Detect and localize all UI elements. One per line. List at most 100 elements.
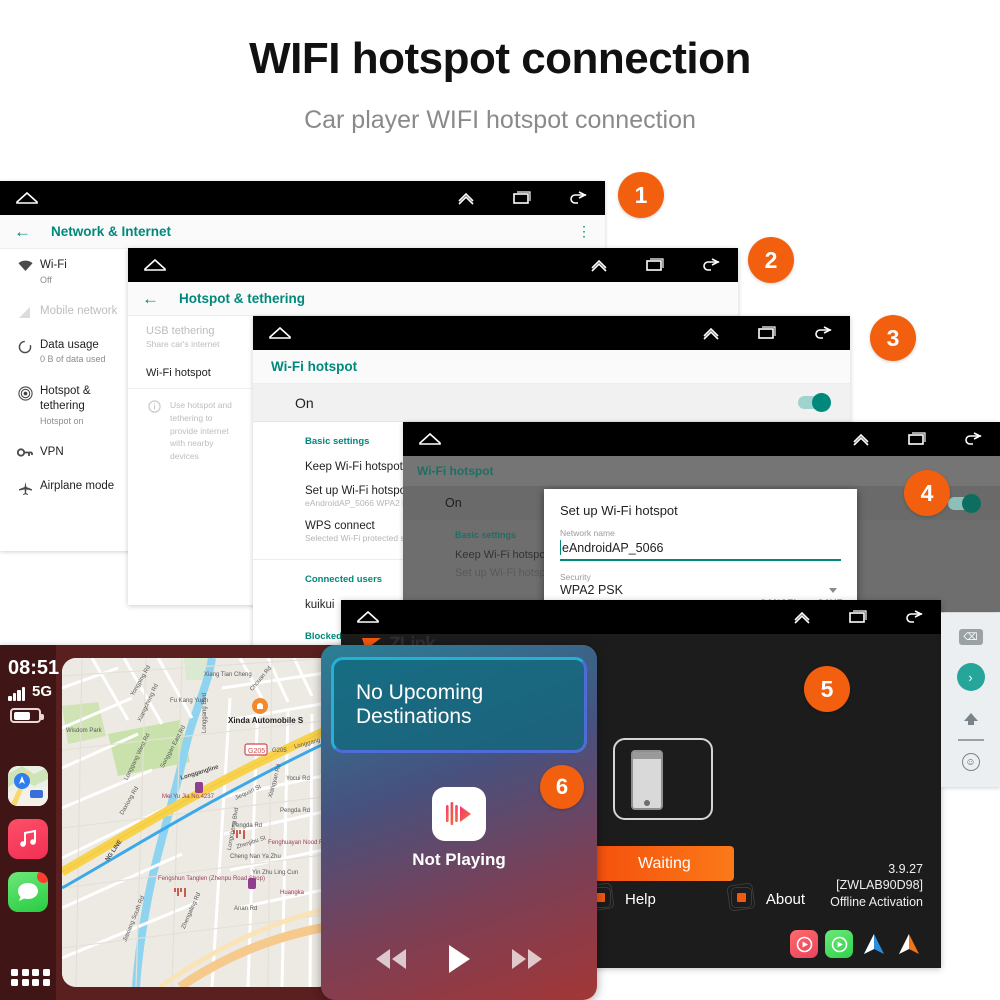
hotspot-toggle[interactable] (948, 493, 981, 513)
carplay-clock: 08:51 (8, 657, 60, 679)
androidauto-orange-icon[interactable] (895, 930, 923, 958)
page-root: WIFI hotspot connection Car player WIFI … (0, 0, 1000, 1000)
security-select[interactable]: WPA2 PSK (560, 582, 841, 597)
recents-icon[interactable] (509, 188, 535, 208)
appbar-wifi-hotspot: Wi-Fi hotspot (253, 350, 850, 384)
messages-icon[interactable] (8, 872, 48, 912)
back-icon[interactable] (698, 255, 724, 275)
now-playing-status: Not Playing (412, 850, 506, 869)
destination-card[interactable]: No Upcoming Destinations (331, 657, 587, 753)
settings-item-vpn[interactable]: VPN (0, 436, 134, 470)
expand-up-icon[interactable] (586, 255, 612, 275)
back-icon[interactable] (565, 188, 591, 208)
waiting-label: Waiting (638, 854, 691, 872)
settings-item-airplane-mode[interactable]: Airplane mode (0, 470, 134, 505)
panel-setup-wifi-hotspot-dialog: Wi-Fi hotspot On Basic settings Keep Wi-… (403, 422, 1000, 612)
music-icon[interactable] (8, 819, 48, 859)
appbar-title: Wi-Fi hotspot (417, 464, 494, 478)
map-label: Mei Yu Jia No.4237 (162, 794, 214, 800)
home-icon[interactable] (355, 607, 381, 627)
appbar-title: Network & Internet (51, 224, 172, 239)
network-type-label: 5G (32, 683, 53, 700)
hotspot-toggle[interactable] (798, 393, 831, 412)
about-button[interactable]: About (726, 882, 805, 914)
home-icon[interactable] (417, 429, 443, 449)
app-grid-icon[interactable] (11, 968, 50, 986)
settings-item-title: Wi-Fi (40, 259, 67, 271)
expand-up-icon[interactable] (848, 429, 874, 449)
recents-icon[interactable] (904, 429, 930, 449)
expand-up-icon[interactable] (698, 323, 724, 343)
help-button[interactable]: Help (585, 882, 656, 914)
divider-line (957, 739, 984, 741)
home-icon[interactable] (142, 255, 168, 275)
carlife-icon[interactable] (825, 930, 853, 958)
settings-item-subtitle: 0 B of data used (40, 354, 106, 365)
panel-carplay: 08:51 5G G205 Xiang Tian Cheng Fu Kang Y… (0, 645, 345, 1000)
back-icon[interactable] (901, 607, 927, 627)
home-icon[interactable] (267, 323, 293, 343)
map-label: Yocui Rd (286, 776, 310, 782)
music-app-icon[interactable] (432, 787, 486, 841)
map-label: Anan Rd (234, 906, 258, 912)
carplay-map[interactable]: G205 Xiang Tian Cheng Fu Kang Yuan Xinda A… (62, 658, 332, 987)
help-label: Help (625, 890, 656, 908)
carplay-icon[interactable] (790, 930, 818, 958)
android-navbar (0, 181, 605, 215)
network-name-label: Network name (560, 528, 615, 538)
arrow-up-icon[interactable] (962, 711, 980, 732)
recents-icon[interactable] (642, 255, 668, 275)
chevron-down-icon[interactable] (829, 588, 837, 593)
android-navbar (253, 316, 850, 350)
notification-badge (37, 872, 48, 883)
map-label: Xinda Automobile S (228, 716, 304, 725)
map-label: Pengda Rd (232, 823, 263, 829)
key-icon (10, 445, 40, 458)
step-badge-2: 2 (748, 237, 794, 283)
expand-up-icon[interactable] (789, 607, 815, 627)
data-usage-icon (10, 338, 40, 354)
next-icon[interactable] (508, 947, 546, 976)
android-navbar (128, 248, 738, 282)
option-title: USB tethering (146, 325, 215, 337)
option-wifi-hotspot[interactable]: Wi-Fi hotspot (128, 358, 256, 388)
maps-icon[interactable] (8, 766, 48, 806)
security-field-group: Security WPA2 PSK (560, 572, 841, 597)
step-badge-6: 6 (540, 765, 584, 809)
destination-label: No Upcoming Destinations (356, 681, 484, 728)
about-icon (726, 882, 758, 914)
waiting-button[interactable]: Waiting (594, 846, 734, 881)
page-subtitle: Car player WIFI hotspot connection (304, 106, 696, 134)
chevron-right-icon[interactable]: › (956, 663, 985, 691)
androidauto-icon[interactable] (860, 930, 888, 958)
arrow-left-icon[interactable]: ← (142, 290, 159, 307)
map-label: Longgang Blvd (202, 692, 209, 734)
overflow-menu-icon[interactable]: ⋮ (577, 223, 591, 240)
carplay-sidebar: 08:51 5G (0, 645, 60, 1000)
zlink-version-block: 3.9.27 [ZWLAB90D98] Offline Activation (830, 861, 923, 911)
settings-item-data-usage[interactable]: Data usage 0 B of data used (0, 329, 134, 375)
play-icon[interactable] (444, 943, 474, 980)
backspace-icon[interactable]: ⌫ (958, 629, 983, 645)
hotspot-on-label: On (295, 394, 314, 411)
expand-up-icon[interactable] (453, 188, 479, 208)
settings-item-title: Data usage (40, 338, 99, 351)
media-controls (321, 943, 597, 980)
network-name-input[interactable]: eAndroidAP_5066 (560, 538, 841, 561)
security-label: Security (560, 572, 591, 582)
recents-icon[interactable] (754, 323, 780, 343)
back-icon[interactable] (810, 323, 836, 343)
home-icon[interactable] (14, 188, 40, 208)
previous-icon[interactable] (372, 947, 410, 976)
option-usb-tethering[interactable]: USB tethering Share car's internet (128, 316, 256, 358)
settings-item-hotspot-tethering[interactable]: Hotspot & tethering Hotspot on (0, 375, 134, 437)
back-icon[interactable] (960, 429, 986, 449)
step-badge-5: 5 (804, 666, 850, 712)
recents-icon[interactable] (845, 607, 871, 627)
emoji-icon[interactable]: ☺ (961, 753, 980, 771)
arrow-left-icon[interactable]: ← (14, 223, 31, 240)
settings-item-mobile-network[interactable]: Mobile network (0, 295, 134, 329)
hotspot-on-row[interactable]: On (253, 384, 850, 422)
settings-item-wifi[interactable]: Wi-Fi Off (0, 249, 134, 295)
battery-icon (10, 708, 44, 723)
